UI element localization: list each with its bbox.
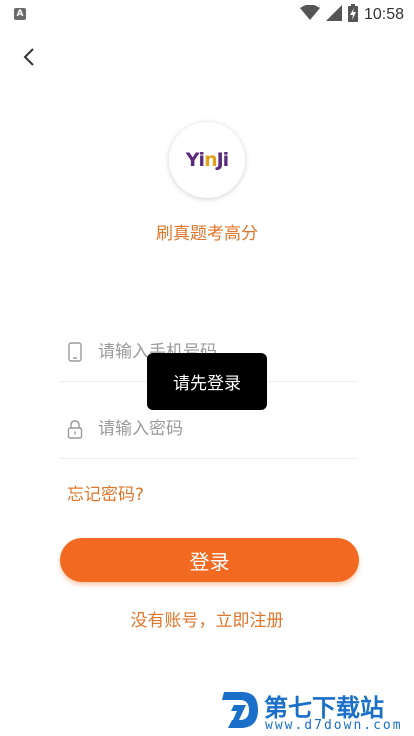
status-icons: 10:58 <box>299 4 404 26</box>
back-button[interactable] <box>14 42 44 72</box>
watermark: 第七下载站 www.d7down.com <box>218 688 408 734</box>
chevron-left-icon <box>23 48 34 66</box>
register-link[interactable]: 没有账号，立即注册 <box>0 606 414 631</box>
battery-charging-icon <box>347 4 358 26</box>
app-slogan: 刷真题考高分 <box>156 224 258 244</box>
logo-wordmark: YinJi <box>185 149 230 171</box>
phone-icon <box>66 341 84 363</box>
lock-icon <box>66 418 84 440</box>
login-button[interactable]: 登录 <box>60 538 359 582</box>
logo-text-ji: Ji <box>216 149 230 171</box>
password-input[interactable] <box>98 418 318 439</box>
logo-text-n: n <box>204 149 217 171</box>
signal-icon <box>325 5 342 25</box>
watermark-url: www.d7down.com <box>265 718 403 733</box>
forgot-password-link[interactable]: 忘记密码? <box>67 480 144 505</box>
wifi-icon <box>299 4 320 25</box>
toast-message: 请先登录 <box>147 353 267 410</box>
d7-logo-icon <box>222 692 258 728</box>
status-bar: A 10:58 <box>0 0 414 30</box>
notification-app-icon: A <box>14 8 26 20</box>
logo-text-yi: Yi <box>185 149 205 171</box>
app-logo: YinJi <box>169 122 245 198</box>
status-time: 10:58 <box>363 6 404 23</box>
